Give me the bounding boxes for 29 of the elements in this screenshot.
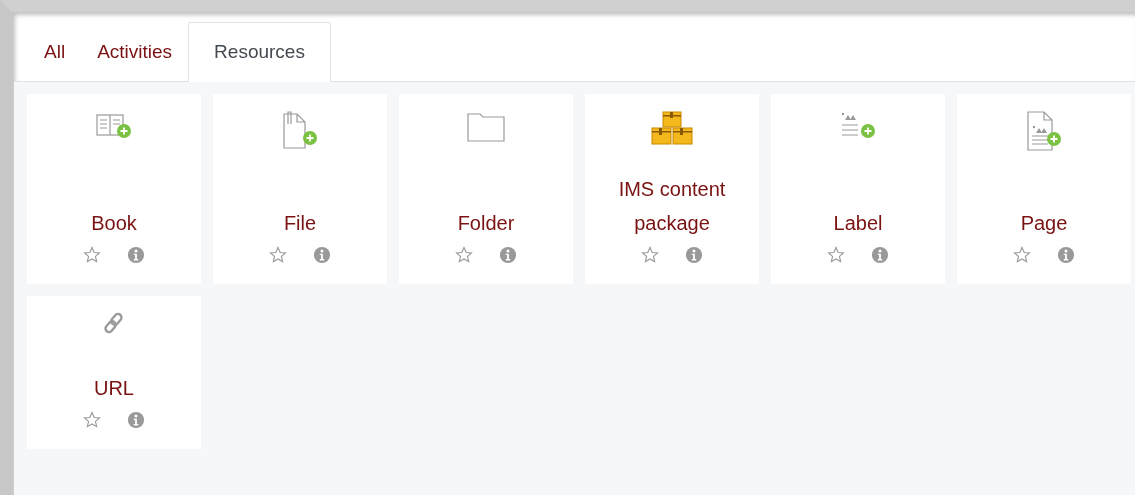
star-button[interactable] <box>1013 246 1031 264</box>
info-button[interactable] <box>313 246 331 264</box>
star-button[interactable] <box>269 246 287 264</box>
star-button[interactable] <box>83 411 101 429</box>
info-button[interactable] <box>127 411 145 429</box>
module-link[interactable]: Page <box>1020 206 1068 240</box>
module-link[interactable]: Book <box>91 206 137 240</box>
module-link[interactable]: URL <box>94 371 134 405</box>
tab[interactable]: Activities <box>81 22 189 82</box>
info-button[interactable] <box>871 246 889 264</box>
info-button[interactable] <box>127 246 145 264</box>
star-button[interactable] <box>455 246 473 264</box>
module-link[interactable]: File <box>283 206 317 240</box>
module-link[interactable]: IMS content package <box>602 172 742 240</box>
boxes-icon <box>650 110 694 146</box>
module-link[interactable]: Label <box>833 206 883 240</box>
tab[interactable]: Resources <box>188 22 331 82</box>
info-button[interactable] <box>1057 246 1075 264</box>
info-button[interactable] <box>685 246 703 264</box>
star-button[interactable] <box>641 246 659 264</box>
link-icon <box>104 312 124 334</box>
star-button[interactable] <box>83 246 101 264</box>
folder-icon <box>466 110 506 144</box>
page-icon <box>1026 110 1062 152</box>
tab[interactable]: All <box>28 22 82 82</box>
file-icon <box>282 110 318 150</box>
module-link[interactable]: Folder <box>457 206 515 240</box>
star-button[interactable] <box>827 246 845 264</box>
info-button[interactable] <box>499 246 517 264</box>
